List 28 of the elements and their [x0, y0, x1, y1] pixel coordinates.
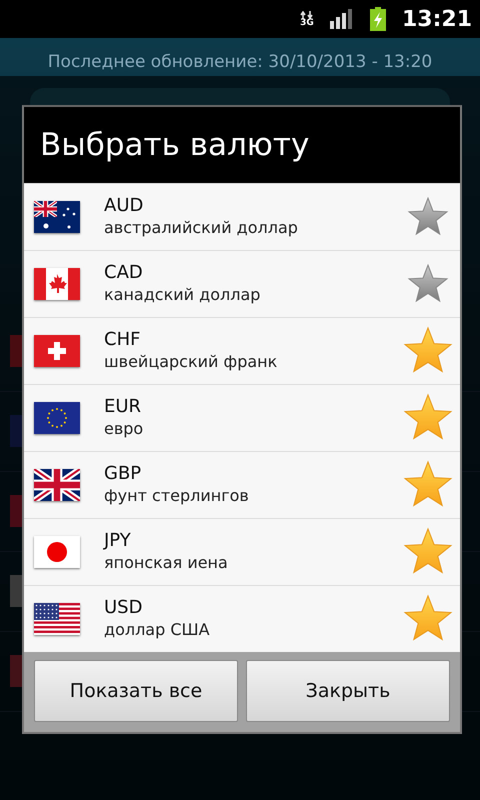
currency-item[interactable]: CAD канадский доллар — [24, 250, 460, 317]
dialog-title: Выбрать валюту — [39, 126, 310, 165]
currency-name: австралийский доллар — [104, 217, 299, 240]
currency-code: AUD — [104, 194, 144, 218]
currency-name: швейцарский франк — [104, 351, 278, 374]
battery-charging-icon — [370, 7, 386, 31]
clock: 13:21 — [402, 6, 472, 34]
currency-name: канадский доллар — [104, 284, 262, 306]
currency-name: фунт стерлингов — [104, 485, 250, 508]
currency-name: японская иена — [104, 552, 229, 574]
signal-icon — [330, 9, 354, 29]
currency-code: EUR — [104, 396, 142, 418]
dialog-button[interactable]: Закрыть — [246, 660, 450, 722]
currency-code: CHF — [104, 328, 142, 352]
currency-name: доллар США — [104, 619, 211, 642]
currency-code: GBP — [104, 462, 142, 486]
currency-item[interactable]: JPY японская иена — [24, 518, 460, 585]
currency-item[interactable]: CHF швейцарский франк — [24, 317, 460, 384]
update-time-text: Последнее обновление: 30/10/2013 - 13:20 — [46, 51, 434, 74]
currency-code: CAD — [104, 262, 144, 284]
currency-item[interactable]: USD доллар США — [24, 585, 460, 652]
currency-item[interactable]: EUR евро — [24, 384, 460, 451]
currency-item[interactable]: AUD австралийский доллар — [24, 183, 460, 250]
dialog-button[interactable]: Показать все — [34, 660, 238, 722]
currency-code: USD — [104, 596, 144, 620]
currency-item[interactable]: GBP фунт стерлингов — [24, 451, 460, 518]
currency-code: JPY — [104, 530, 132, 552]
currency-name: евро — [104, 418, 144, 440]
